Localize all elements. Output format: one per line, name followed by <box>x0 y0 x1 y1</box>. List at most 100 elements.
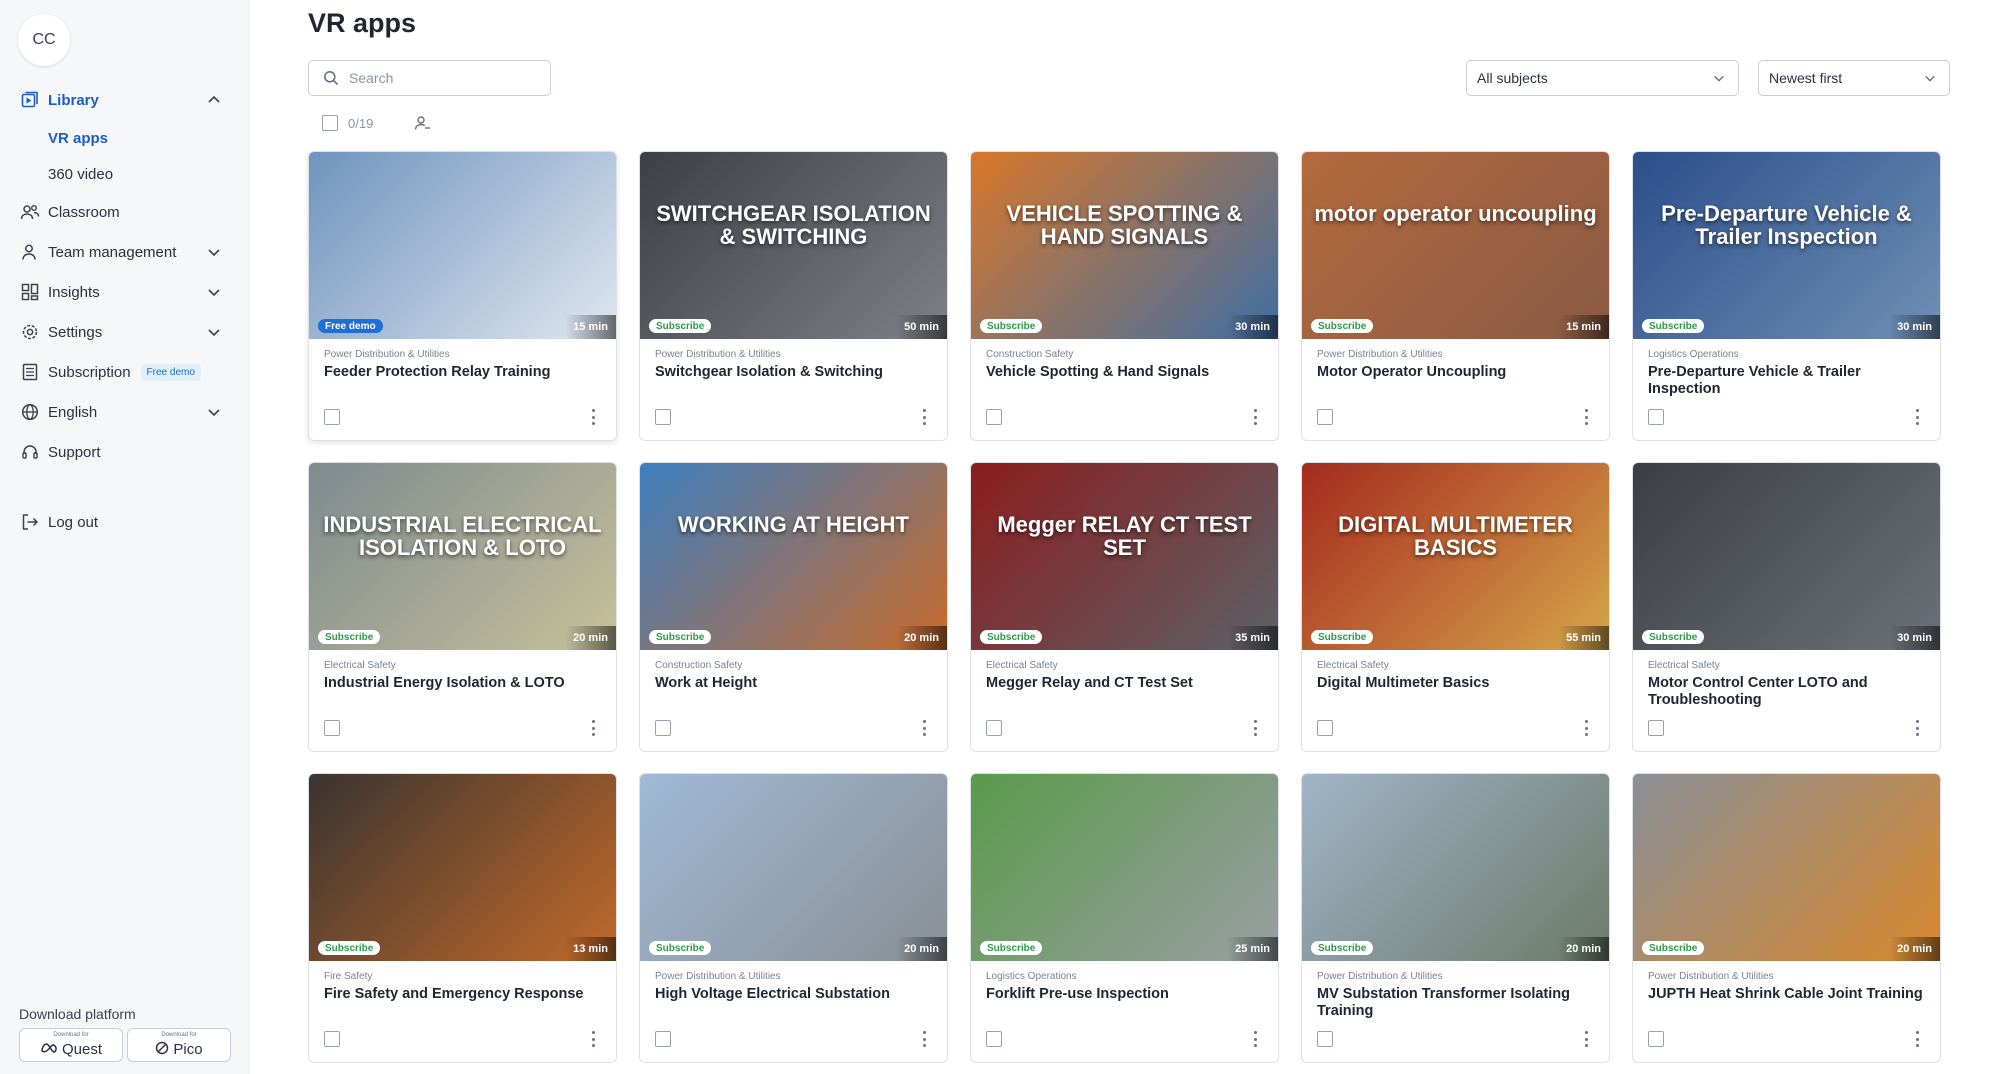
app-select-checkbox[interactable] <box>1648 1031 1664 1047</box>
more-options-icon[interactable] <box>1583 1031 1589 1047</box>
sidebar-item-settings[interactable]: Settings <box>0 312 250 352</box>
app-title[interactable]: Industrial Energy Isolation & LOTO <box>324 675 604 692</box>
app-select-checkbox[interactable] <box>1317 1031 1333 1047</box>
app-card[interactable]: SWITCHGEAR ISOLATION & SWITCHING Subscrib… <box>639 151 948 441</box>
download-quest-button[interactable]: Download for Quest <box>19 1028 123 1062</box>
sidebar-item-subscription[interactable]: Subscription Free demo <box>0 352 250 392</box>
app-select-checkbox[interactable] <box>1317 720 1333 736</box>
more-options-icon[interactable] <box>590 409 596 425</box>
assign-user-icon[interactable] <box>413 114 431 132</box>
sidebar-item-language[interactable]: English <box>0 392 250 432</box>
sidebar-subitem-360-video[interactable]: 360 video <box>0 156 250 192</box>
search-box[interactable] <box>308 60 551 96</box>
app-thumbnail[interactable]: DIGITAL MULTIMETER BASICS Subscribe 55 min <box>1302 463 1609 650</box>
app-thumbnail[interactable]: WORKING AT HEIGHT Subscribe 20 min <box>640 463 947 650</box>
app-thumbnail[interactable]: Subscribe 20 min <box>1302 774 1609 961</box>
app-card[interactable]: Subscribe 20 min Power Distribution & Util… <box>1632 773 1941 1063</box>
chevron-down-icon[interactable] <box>206 284 222 300</box>
chevron-down-icon[interactable] <box>206 244 222 260</box>
sidebar-item-library[interactable]: Library <box>0 80 250 120</box>
app-thumbnail[interactable]: Subscribe 20 min <box>1633 774 1940 961</box>
app-select-checkbox[interactable] <box>1317 409 1333 425</box>
logout-button[interactable]: Log out <box>0 502 250 542</box>
more-options-icon[interactable] <box>921 409 927 425</box>
app-title[interactable]: JUPTH Heat Shrink Cable Joint Training <box>1648 986 1928 1003</box>
app-title[interactable]: Vehicle Spotting & Hand Signals <box>986 364 1266 381</box>
app-card[interactable]: DIGITAL MULTIMETER BASICS Subscribe 55 min… <box>1301 462 1610 752</box>
chevron-down-icon[interactable] <box>206 404 222 420</box>
more-options-icon[interactable] <box>1252 720 1258 736</box>
search-input[interactable] <box>349 70 529 86</box>
app-thumbnail[interactable]: Subscribe 30 min <box>1633 463 1940 650</box>
app-title[interactable]: Fire Safety and Emergency Response <box>324 986 604 1003</box>
app-card[interactable]: VEHICLE SPOTTING & HAND SIGNALS Subscribe… <box>970 151 1279 441</box>
more-options-icon[interactable] <box>1583 409 1589 425</box>
app-title[interactable]: Switchgear Isolation & Switching <box>655 364 935 381</box>
app-card[interactable]: Subscribe 20 min Power Distribution & Util… <box>639 773 948 1063</box>
app-title[interactable]: Feeder Protection Relay Training <box>324 364 604 381</box>
more-options-icon[interactable] <box>921 1031 927 1047</box>
sidebar-item-team-management[interactable]: Team management <box>0 232 250 272</box>
download-pico-button[interactable]: Download for Pico <box>127 1028 231 1062</box>
more-options-icon[interactable] <box>1914 409 1920 425</box>
chevron-up-icon[interactable] <box>206 92 222 108</box>
sidebar-subitem-vr-apps[interactable]: VR apps <box>0 120 250 156</box>
app-thumbnail[interactable]: Pre-Departure Vehicle & Trailer Inspecti… <box>1633 152 1940 339</box>
app-title[interactable]: Digital Multimeter Basics <box>1317 675 1597 692</box>
app-select-checkbox[interactable] <box>986 409 1002 425</box>
app-thumbnail[interactable]: motor operator uncoupling Subscribe 15 min <box>1302 152 1609 339</box>
app-title[interactable]: MV Substation Transformer Isolating Trai… <box>1317 986 1597 1020</box>
app-select-checkbox[interactable] <box>655 1031 671 1047</box>
app-card[interactable]: Pre-Departure Vehicle & Trailer Inspecti… <box>1632 151 1941 441</box>
sort-select[interactable]: Newest first <box>1758 60 1950 96</box>
app-select-checkbox[interactable] <box>324 409 340 425</box>
more-options-icon[interactable] <box>1914 1031 1920 1047</box>
app-card[interactable]: Subscribe 20 min Power Distribution & Util… <box>1301 773 1610 1063</box>
app-select-checkbox[interactable] <box>324 1031 340 1047</box>
app-title[interactable]: Motor Control Center LOTO and Troublesho… <box>1648 675 1928 709</box>
app-title[interactable]: High Voltage Electrical Substation <box>655 986 935 1003</box>
sidebar-item-classroom[interactable]: Classroom <box>0 192 250 232</box>
app-select-checkbox[interactable] <box>1648 720 1664 736</box>
app-thumbnail[interactable]: Subscribe 13 min <box>309 774 616 961</box>
app-card[interactable]: Free demo 15 min Power Distribution & Util… <box>308 151 617 441</box>
app-title[interactable]: Megger Relay and CT Test Set <box>986 675 1266 692</box>
app-thumbnail[interactable]: SWITCHGEAR ISOLATION & SWITCHING Subscrib… <box>640 152 947 339</box>
app-select-checkbox[interactable] <box>986 720 1002 736</box>
app-title[interactable]: Forklift Pre-use Inspection <box>986 986 1266 1003</box>
app-thumbnail[interactable]: INDUSTRIAL ELECTRICAL ISOLATION & LOTO Su… <box>309 463 616 650</box>
app-card[interactable]: WORKING AT HEIGHT Subscribe 20 min Construc… <box>639 462 948 752</box>
sidebar-item-insights[interactable]: Insights <box>0 272 250 312</box>
app-select-checkbox[interactable] <box>986 1031 1002 1047</box>
app-title[interactable]: Work at Height <box>655 675 935 692</box>
app-thumbnail[interactable]: Subscribe 20 min <box>640 774 947 961</box>
more-options-icon[interactable] <box>590 720 596 736</box>
app-card[interactable]: Subscribe 25 min Logistics Operations Forkl… <box>970 773 1279 1063</box>
app-select-checkbox[interactable] <box>1648 409 1664 425</box>
chevron-down-icon[interactable] <box>206 324 222 340</box>
app-card[interactable]: Subscribe 13 min Fire Safety Fire Safety an… <box>308 773 617 1063</box>
app-thumbnail[interactable]: Free demo 15 min <box>309 152 616 339</box>
more-options-icon[interactable] <box>1252 409 1258 425</box>
app-select-checkbox[interactable] <box>655 720 671 736</box>
app-thumbnail[interactable]: VEHICLE SPOTTING & HAND SIGNALS Subscribe… <box>971 152 1278 339</box>
app-card[interactable]: INDUSTRIAL ELECTRICAL ISOLATION & LOTO Su… <box>308 462 617 752</box>
subject-filter-select[interactable]: All subjects <box>1466 60 1739 96</box>
avatar[interactable]: CC <box>18 14 70 66</box>
app-select-checkbox[interactable] <box>655 409 671 425</box>
app-card[interactable]: Megger RELAY CT TEST SET Subscribe 35 min E… <box>970 462 1279 752</box>
more-options-icon[interactable] <box>921 720 927 736</box>
app-card[interactable]: motor operator uncoupling Subscribe 15 min… <box>1301 151 1610 441</box>
sidebar-item-support[interactable]: Support <box>0 432 250 472</box>
app-title[interactable]: Motor Operator Uncoupling <box>1317 364 1597 381</box>
select-all-checkbox[interactable] <box>322 115 338 131</box>
app-select-checkbox[interactable] <box>324 720 340 736</box>
more-options-icon[interactable] <box>590 1031 596 1047</box>
app-thumbnail[interactable]: Subscribe 25 min <box>971 774 1278 961</box>
app-thumbnail[interactable]: Megger RELAY CT TEST SET Subscribe 35 min <box>971 463 1278 650</box>
more-options-icon[interactable] <box>1583 720 1589 736</box>
app-title[interactable]: Pre-Departure Vehicle & Trailer Inspecti… <box>1648 364 1928 398</box>
more-options-icon[interactable] <box>1252 1031 1258 1047</box>
app-card[interactable]: Subscribe 30 min Electrical Safety Motor Co… <box>1632 462 1941 752</box>
more-options-icon[interactable] <box>1914 720 1920 736</box>
